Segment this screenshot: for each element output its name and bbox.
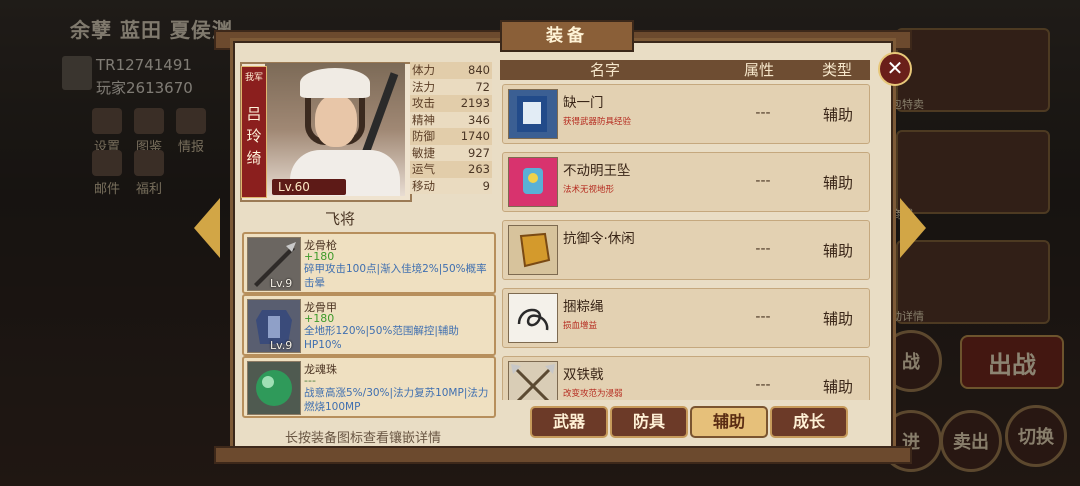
- long-press-hint: 长按装备图标查看镶嵌详情: [285, 431, 442, 446]
- item-attr: ---: [755, 377, 771, 393]
- unit-type: 飞将: [324, 210, 355, 228]
- item-desc: 获得武器防具经验: [563, 117, 632, 127]
- item-type: 辅助: [822, 106, 853, 124]
- prev-general-arrow-icon[interactable]: [194, 198, 220, 258]
- stat-name: 移动: [412, 178, 435, 193]
- item-attr: ---: [755, 241, 771, 257]
- tab-growth[interactable]: 成长: [770, 406, 848, 438]
- item-desc: 损血增益: [563, 321, 598, 331]
- header-attr: 属性: [744, 61, 775, 79]
- orb-icon[interactable]: [247, 361, 301, 415]
- stat-name: 法力: [412, 79, 435, 94]
- item-attr: ---: [755, 309, 771, 325]
- list-item[interactable]: 不动明王坠 法术无视地形 --- 辅助: [502, 152, 870, 212]
- stat-value: 263: [468, 162, 490, 176]
- equip-level: Lv.9: [270, 339, 293, 352]
- stat-row: 移动 9: [410, 177, 492, 194]
- general-level: Lv.60: [272, 179, 346, 195]
- dialog-title: 装备: [500, 20, 634, 52]
- book-icon[interactable]: [508, 89, 558, 139]
- portrait-hat: [300, 68, 370, 98]
- stat-name: 攻击: [412, 96, 435, 110]
- tab-armor[interactable]: 防具: [610, 406, 688, 438]
- stat-value: 840: [468, 63, 490, 77]
- header-type: 类型: [822, 61, 853, 79]
- stat-row: 敏捷 927: [410, 144, 492, 161]
- crossed-halberds-icon[interactable]: [508, 361, 558, 400]
- stat-name: 敏捷: [412, 145, 435, 160]
- item-name: 缺一门: [563, 95, 604, 111]
- stat-value: 2193: [460, 96, 490, 110]
- equip-desc: 战意高涨5%/30%|法力复苏10MP|法力燃烧100MP: [304, 387, 489, 413]
- country-label: 我军: [244, 73, 263, 83]
- equip-desc: 碎甲攻击100点|渐入佳境2%|50%概率击晕: [304, 263, 487, 289]
- stat-row: 运气 263: [410, 161, 492, 178]
- general-name: 吕玲绮: [246, 105, 262, 167]
- item-type: 辅助: [822, 174, 853, 192]
- item-type: 辅助: [822, 378, 853, 396]
- spear-icon[interactable]: Lv.9: [247, 237, 301, 291]
- stat-name: 运气: [412, 162, 435, 176]
- list-item[interactable]: 缺一门 获得武器防具经验 --- 辅助: [502, 84, 870, 144]
- stat-name: 精神: [412, 112, 435, 127]
- stats-table: 体力 840 法力 72 攻击 2193 精神 346 防御 1740 敏捷 927 运气 2…: [410, 62, 492, 194]
- equipped-armor-card[interactable]: Lv.9 龙骨甲 +180 全地形120%|50%范围解控|辅助HP10%: [242, 294, 496, 356]
- item-name: 捆粽绳: [563, 299, 604, 315]
- item-desc: 法术无视地形: [563, 185, 615, 195]
- header-name: 名字: [590, 61, 621, 79]
- item-type: 辅助: [822, 310, 853, 328]
- tab-weapon[interactable]: 武器: [530, 406, 608, 438]
- item-name: 不动明王坠: [563, 163, 631, 179]
- stat-row: 体力 840: [410, 62, 492, 79]
- equipped-weapon-card[interactable]: Lv.9 龙骨枪 +180 碎甲攻击100点|渐入佳境2%|50%概率击晕: [242, 232, 496, 294]
- item-type: 辅助: [822, 242, 853, 260]
- close-icon[interactable]: ✕: [878, 52, 912, 86]
- item-attr: ---: [755, 173, 771, 189]
- item-name: 双铁戟: [563, 367, 604, 383]
- item-list[interactable]: 缺一门 获得武器防具经验 --- 辅助 不动明王坠 法术无视地形 --- 辅助 …: [500, 82, 870, 400]
- stat-row: 攻击 2193: [410, 95, 492, 112]
- equip-desc: 全地形120%|50%范围解控|辅助HP10%: [304, 325, 459, 351]
- stat-row: 精神 346: [410, 111, 492, 128]
- stat-value: 1740: [460, 129, 490, 143]
- item-desc: 改变攻范为浸弱: [563, 389, 623, 399]
- item-name: 抗御令·休闲: [563, 231, 635, 247]
- general-name-tag: 我军 吕玲绮: [241, 66, 267, 198]
- stat-row: 防御 1740: [410, 128, 492, 145]
- item-attr: ---: [755, 105, 771, 121]
- stat-value: 72: [475, 79, 490, 94]
- item-table-header: 名字 属性 类型: [500, 60, 870, 80]
- stat-value: 927: [468, 145, 490, 160]
- token-icon[interactable]: [508, 225, 558, 275]
- stat-name: 体力: [412, 63, 435, 77]
- next-general-arrow-icon[interactable]: [900, 198, 926, 258]
- stat-name: 防御: [412, 129, 435, 143]
- stat-value: 9: [482, 178, 490, 193]
- portrait-face: [315, 95, 357, 147]
- tab-accessory[interactable]: 辅助: [690, 406, 768, 438]
- armor-icon[interactable]: Lv.9: [247, 299, 301, 353]
- equipped-orb-card[interactable]: 龙魂珠 --- 战意高涨5%/30%|法力复苏10MP|法力燃烧100MP: [242, 356, 496, 418]
- rope-icon[interactable]: [508, 293, 558, 343]
- pendant-icon[interactable]: [508, 157, 558, 207]
- dialog-bottom-border: [214, 446, 912, 464]
- stat-row: 法力 72: [410, 78, 492, 95]
- list-item[interactable]: 捆粽绳 损血增益 --- 辅助: [502, 288, 870, 348]
- list-item[interactable]: 抗御令·休闲 --- 辅助: [502, 220, 870, 280]
- stat-value: 346: [468, 112, 490, 127]
- list-item[interactable]: 双铁戟 改变攻范为浸弱 --- 辅助: [502, 356, 870, 400]
- equip-level: Lv.9: [270, 277, 293, 290]
